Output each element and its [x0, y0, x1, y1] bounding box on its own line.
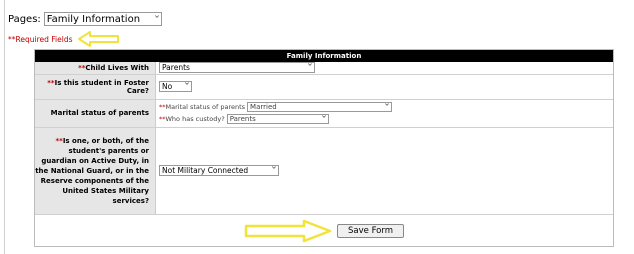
- section-header: Family Information: [35, 50, 613, 62]
- pages-dropdown[interactable]: Family Information ˅: [43, 12, 162, 26]
- save-area: Save Form: [35, 215, 613, 248]
- custody-select[interactable]: Parents ˅: [226, 114, 329, 124]
- chevron-down-icon: ˅: [383, 102, 391, 112]
- arrow-annotation-icon: [244, 219, 332, 243]
- child-lives-with-select[interactable]: Parents ˅: [159, 62, 315, 74]
- pages-dropdown-value: Family Information: [46, 13, 141, 25]
- foster-care-select[interactable]: No ˅: [159, 81, 192, 92]
- row-child-lives-with: **Child Lives With Parents ˅: [35, 62, 613, 75]
- pages-label: Pages:: [8, 13, 41, 25]
- military-select[interactable]: Not Military Connected ˅: [159, 165, 279, 176]
- required-fields-row: **Required Fields: [8, 31, 120, 47]
- marital-status-select[interactable]: Married ˅: [247, 102, 393, 112]
- arrow-annotation-icon: [78, 31, 120, 47]
- save-form-button[interactable]: Save Form: [337, 224, 404, 238]
- row-military: **Is one, or both, of the student's pare…: [35, 127, 613, 215]
- chevron-down-icon: ˅: [183, 82, 191, 91]
- page-left-border: [4, 0, 5, 254]
- chevron-down-icon: ˅: [153, 14, 160, 24]
- pages-selector-row: Pages: Family Information ˅: [8, 12, 162, 26]
- row-foster-care: **Is this student in Foster Care? No ˅: [35, 74, 613, 100]
- custody-subfield: ** Who has custody? Parents ˅: [159, 114, 329, 124]
- child-lives-with-label: **Child Lives With: [35, 62, 156, 75]
- military-label: **Is one, or both, of the student's pare…: [35, 127, 156, 215]
- chevron-down-icon: ˅: [270, 166, 278, 175]
- required-fields-note: **Required Fields: [8, 34, 73, 44]
- family-information-panel: Family Information **Child Lives With Pa…: [34, 49, 614, 247]
- foster-care-label: **Is this student in Foster Care?: [35, 74, 156, 100]
- row-marital-status: Marital status of parents ** Marital stat…: [35, 99, 613, 128]
- marital-status-label: Marital status of parents: [35, 99, 156, 128]
- chevron-down-icon: ˅: [320, 114, 327, 124]
- family-information-form: **Child Lives With Parents ˅ **Is this s…: [35, 62, 613, 215]
- marital-status-subfield: ** Marital status of parents Married ˅: [159, 102, 393, 112]
- chevron-down-icon: ˅: [306, 63, 314, 73]
